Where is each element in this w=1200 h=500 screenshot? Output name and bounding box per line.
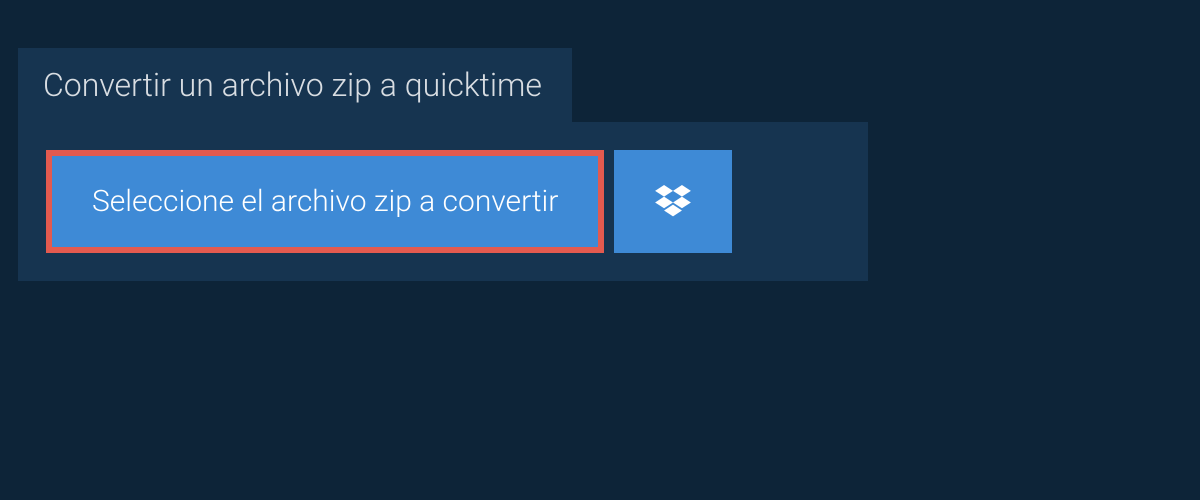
tab-title: Convertir un archivo zip a quicktime: [43, 66, 542, 104]
dropbox-icon: [655, 185, 691, 219]
upload-panel: Seleccione el archivo zip a convertir: [18, 122, 868, 281]
select-file-button[interactable]: Seleccione el archivo zip a convertir: [46, 150, 604, 253]
select-file-label: Seleccione el archivo zip a convertir: [92, 184, 558, 219]
tab-header: Convertir un archivo zip a quicktime: [18, 48, 572, 122]
dropbox-button[interactable]: [614, 150, 732, 253]
